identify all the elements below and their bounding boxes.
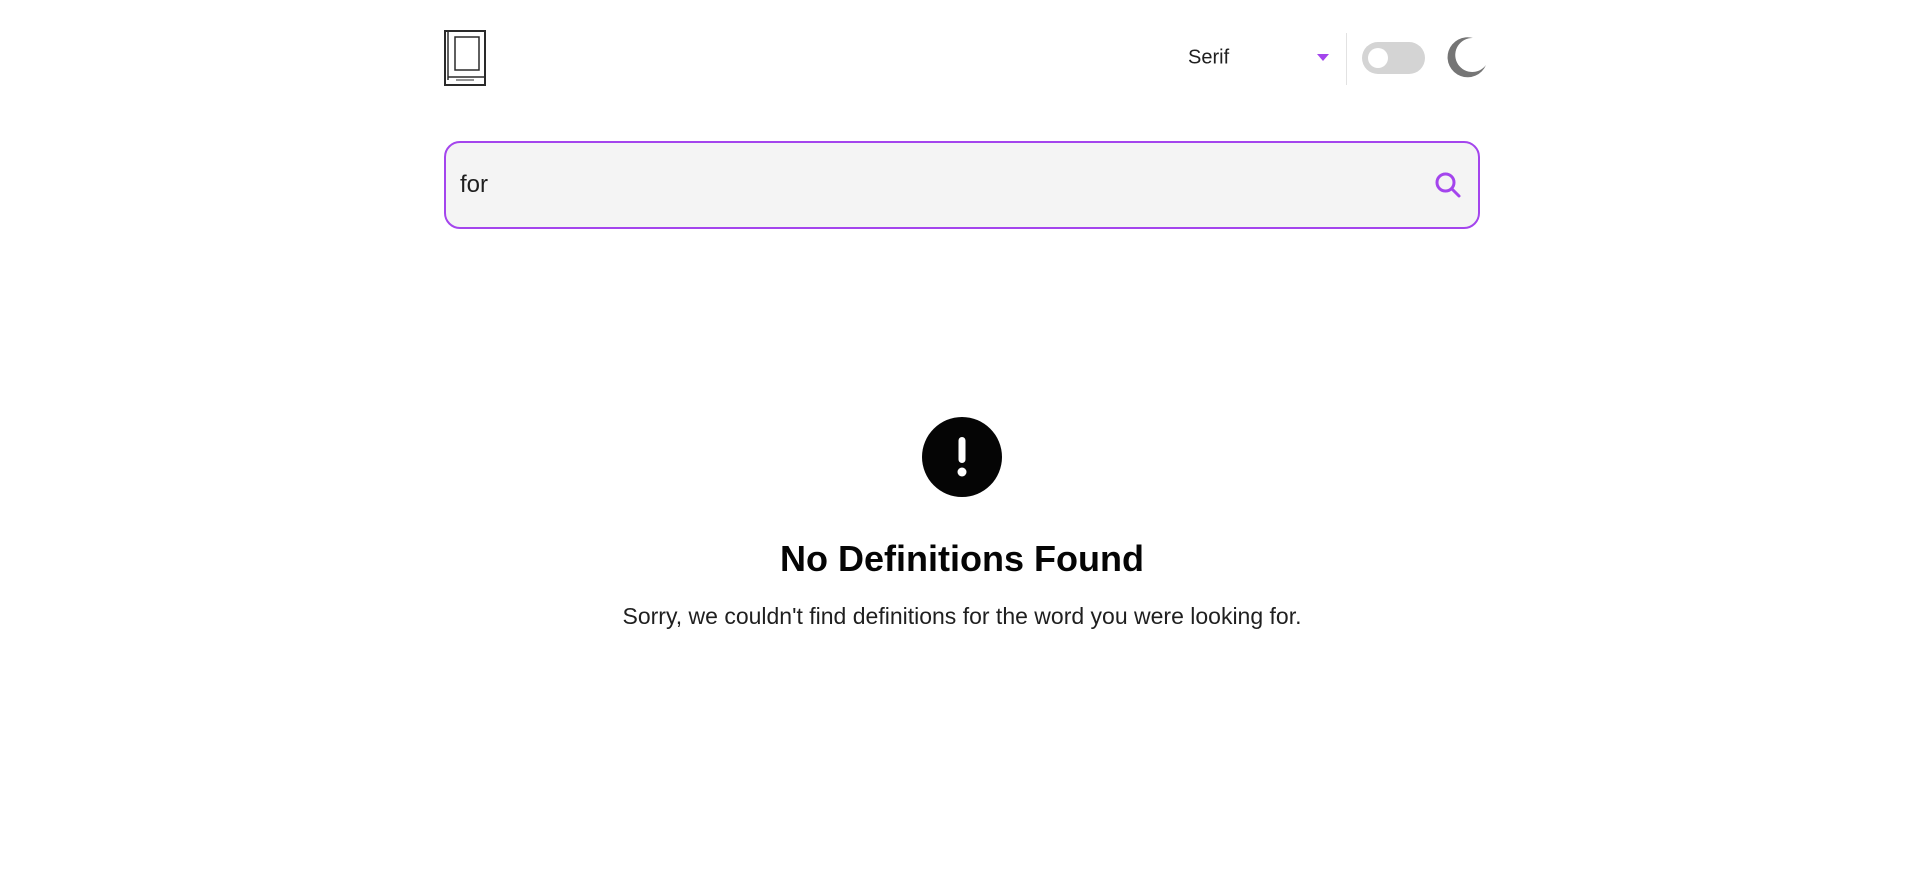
font-selector-value: Serif: [1188, 46, 1230, 69]
book-icon[interactable]: [444, 30, 486, 86]
font-selector[interactable]: Serif: [1188, 38, 1388, 78]
chevron-down-icon: [1317, 54, 1329, 61]
empty-state-title: No Definitions Found: [780, 538, 1144, 579]
search-bar: [444, 141, 1480, 229]
search-icon[interactable]: [1434, 171, 1462, 199]
moon-icon: [1447, 37, 1486, 78]
search-input[interactable]: [460, 143, 1400, 227]
app-root: Serif No Definitions Found Sorry, we cou…: [0, 0, 1917, 876]
header-divider: [1346, 33, 1347, 85]
toggle-knob: [1368, 48, 1388, 68]
empty-state-message: Sorry, we couldn't find definitions for …: [622, 603, 1302, 629]
exclamation-icon: [922, 417, 1002, 497]
theme-toggle[interactable]: [1362, 42, 1425, 74]
header: Serif: [444, 30, 1484, 86]
